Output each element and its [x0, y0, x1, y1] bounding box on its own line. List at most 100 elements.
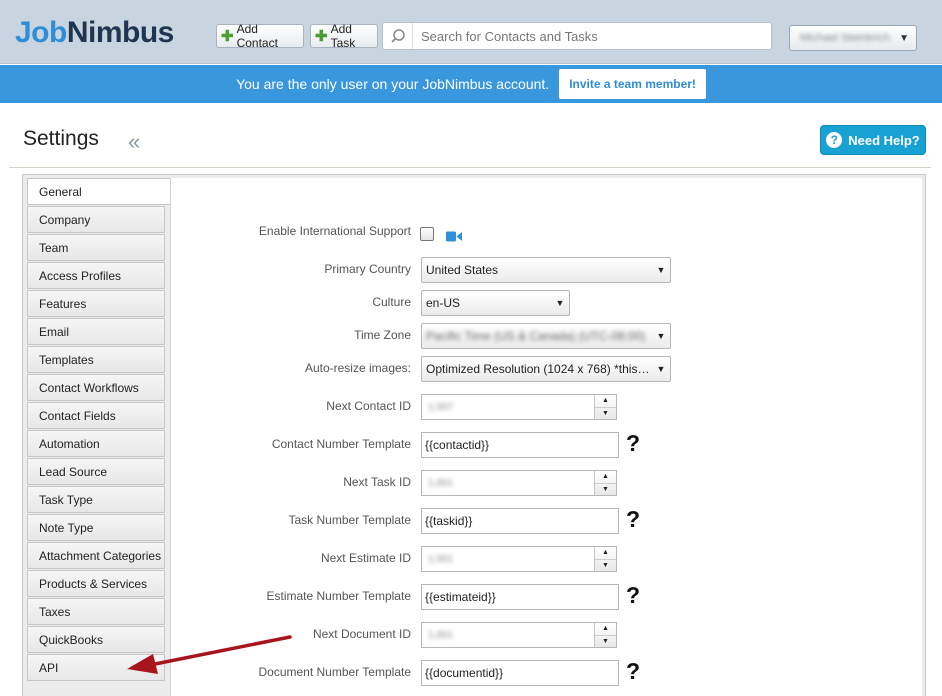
dropdown-arrow-icon: ▼: [656, 331, 666, 341]
decrement-icon[interactable]: ▼: [595, 406, 616, 420]
sidebar-item-label: Contact Fields: [39, 408, 116, 423]
sidebar-item-label: Taxes: [39, 604, 71, 619]
increment-icon[interactable]: ▲: [595, 623, 616, 635]
need-help-label: Need Help?: [848, 132, 920, 148]
decrement-icon[interactable]: ▼: [595, 634, 616, 648]
search-box: [382, 22, 772, 50]
need-help-button[interactable]: ? Need Help?: [820, 125, 926, 155]
estimate-number-template-input[interactable]: {{estimateid}}: [421, 584, 619, 610]
estimate-number-template-label: Estimate Number Template: [266, 589, 411, 603]
primary-country-label: Primary Country: [324, 262, 411, 276]
sidebar-item-label: General: [39, 184, 82, 199]
contact-number-template-input[interactable]: {{contactid}}: [421, 432, 619, 458]
sidebar-item-general[interactable]: General: [27, 178, 170, 205]
sidebar-item-contact-workflows[interactable]: Contact Workflows: [27, 374, 165, 401]
sidebar-item-templates[interactable]: Templates: [27, 346, 165, 373]
sidebar-item-label: Note Type: [39, 520, 94, 535]
single-user-notice: You are the only user on your JobNimbus …: [0, 65, 942, 103]
sidebar-item-contact-fields[interactable]: Contact Fields: [27, 402, 165, 429]
add-contact-button[interactable]: ✚ Add Contact: [216, 22, 304, 50]
next-document-id-stepper[interactable]: 1,001 ▲ ▼: [421, 622, 617, 648]
task-number-template-input[interactable]: {{taskid}}: [421, 508, 619, 534]
increment-icon[interactable]: ▲: [595, 547, 616, 559]
next-contact-id-label: Next Contact ID: [326, 399, 411, 413]
sidebar-item-label: Task Type: [39, 492, 93, 507]
next-document-id-label: Next Document ID: [312, 627, 411, 641]
primary-country-select[interactable]: United States ▼: [421, 257, 671, 283]
international-support-checkbox[interactable]: [420, 227, 434, 241]
sidebar-item-access-profiles[interactable]: Access Profiles: [27, 262, 165, 289]
sidebar-item-label: Templates: [39, 352, 94, 367]
add-contact-label: Add Contact: [236, 22, 278, 50]
question-mark-icon[interactable]: ?: [626, 508, 640, 531]
decrement-icon[interactable]: ▼: [595, 558, 616, 572]
video-camera-icon[interactable]: [446, 229, 462, 247]
decrement-icon[interactable]: ▼: [595, 482, 616, 496]
dropdown-arrow-icon: ▼: [656, 364, 666, 374]
sidebar-item-label: Automation: [39, 436, 100, 451]
next-task-id-value: 1,001: [428, 477, 454, 489]
page-title: Settings: [23, 127, 99, 150]
primary-country-value: United States: [426, 263, 499, 277]
next-estimate-id-stepper[interactable]: 1,001 ▲ ▼: [421, 546, 617, 572]
next-task-id-stepper[interactable]: 1,001 ▲ ▼: [421, 470, 617, 496]
user-menu-dropdown[interactable]: Michael Steinbrich ▼: [789, 25, 917, 51]
dropdown-arrow-icon: ▼: [555, 298, 565, 308]
document-number-template-input[interactable]: {{documentid}}: [421, 660, 619, 686]
sidebar-item-attachment-categories[interactable]: Attachment Categories: [27, 542, 165, 569]
logo-job: Job: [15, 16, 67, 49]
sidebar-item-features[interactable]: Features: [27, 290, 165, 317]
logo-wordmark: JobNimbus: [15, 16, 174, 50]
next-document-id-value: 1,001: [428, 629, 454, 641]
search-input[interactable]: [413, 28, 771, 44]
question-mark-icon[interactable]: ?: [626, 660, 640, 683]
document-number-template-label: Document Number Template: [258, 665, 411, 679]
search-icon[interactable]: [383, 23, 413, 49]
time-zone-select[interactable]: Pacific Time (US & Canada) (UTC-08:00) ▼: [421, 323, 671, 349]
sidebar-item-api[interactable]: API: [27, 654, 165, 681]
user-name: Michael Steinbrich: [800, 32, 890, 44]
sidebar-item-label: Access Profiles: [39, 268, 122, 283]
culture-select[interactable]: en-US ▼: [421, 290, 570, 316]
sidebar-item-quickbooks[interactable]: QuickBooks: [27, 626, 165, 653]
sidebar-item-label: API: [39, 660, 59, 675]
sidebar-item-lead-source[interactable]: Lead Source: [27, 458, 165, 485]
international-support-label: Enable International Support: [258, 224, 411, 238]
next-contact-id-stepper[interactable]: 1,007 ▲ ▼: [421, 394, 617, 420]
add-task-button[interactable]: ✚ Add Task: [310, 22, 378, 50]
collapse-sidebar-icon[interactable]: «: [128, 131, 140, 153]
question-circle-icon: ?: [826, 132, 843, 148]
sidebar-item-taxes[interactable]: Taxes: [27, 598, 165, 625]
increment-icon[interactable]: ▲: [595, 395, 616, 407]
jobnimbus-logo[interactable]: JobNimbus: [14, 13, 174, 53]
culture-value: en-US: [426, 296, 461, 310]
increment-icon[interactable]: ▲: [595, 471, 616, 483]
add-task-label: Add Task: [330, 22, 356, 50]
invite-team-member-button[interactable]: Invite a team member!: [559, 69, 706, 99]
dropdown-arrow-icon: ▼: [656, 265, 666, 275]
sidebar-item-label: Team: [39, 240, 69, 255]
auto-resize-select[interactable]: Optimized Resolution (1024 x 768) *this …: [421, 356, 671, 382]
sidebar-item-label: Contact Workflows: [39, 380, 139, 395]
sidebar-item-products-services[interactable]: Products & Services: [27, 570, 165, 597]
next-estimate-id-label: Next Estimate ID: [320, 551, 411, 565]
auto-resize-label: Auto-resize images:: [304, 361, 411, 375]
contact-number-template-label: Contact Number Template: [271, 437, 411, 451]
sidebar-item-automation[interactable]: Automation: [27, 430, 165, 457]
sidebar-item-email[interactable]: Email: [27, 318, 165, 345]
task-number-template-label: Task Number Template: [288, 513, 412, 527]
logo-nimbus: Nimbus: [66, 16, 175, 49]
plus-icon: ✚: [315, 27, 328, 45]
plus-icon: ✚: [221, 27, 234, 45]
time-zone-label: Time Zone: [354, 328, 411, 342]
time-zone-value: Pacific Time (US & Canada) (UTC-08:00): [426, 329, 646, 343]
sidebar-item-note-type[interactable]: Note Type: [27, 514, 165, 541]
sidebar-item-team[interactable]: Team: [27, 234, 165, 261]
sidebar-item-label: Products & Services: [39, 576, 148, 591]
sidebar-item-label: QuickBooks: [39, 632, 104, 647]
question-mark-icon[interactable]: ?: [626, 584, 640, 607]
question-mark-icon[interactable]: ?: [626, 432, 640, 455]
sidebar-item-task-type[interactable]: Task Type: [27, 486, 165, 513]
sidebar-item-company[interactable]: Company: [27, 206, 165, 233]
next-contact-id-value: 1,007: [428, 401, 454, 413]
